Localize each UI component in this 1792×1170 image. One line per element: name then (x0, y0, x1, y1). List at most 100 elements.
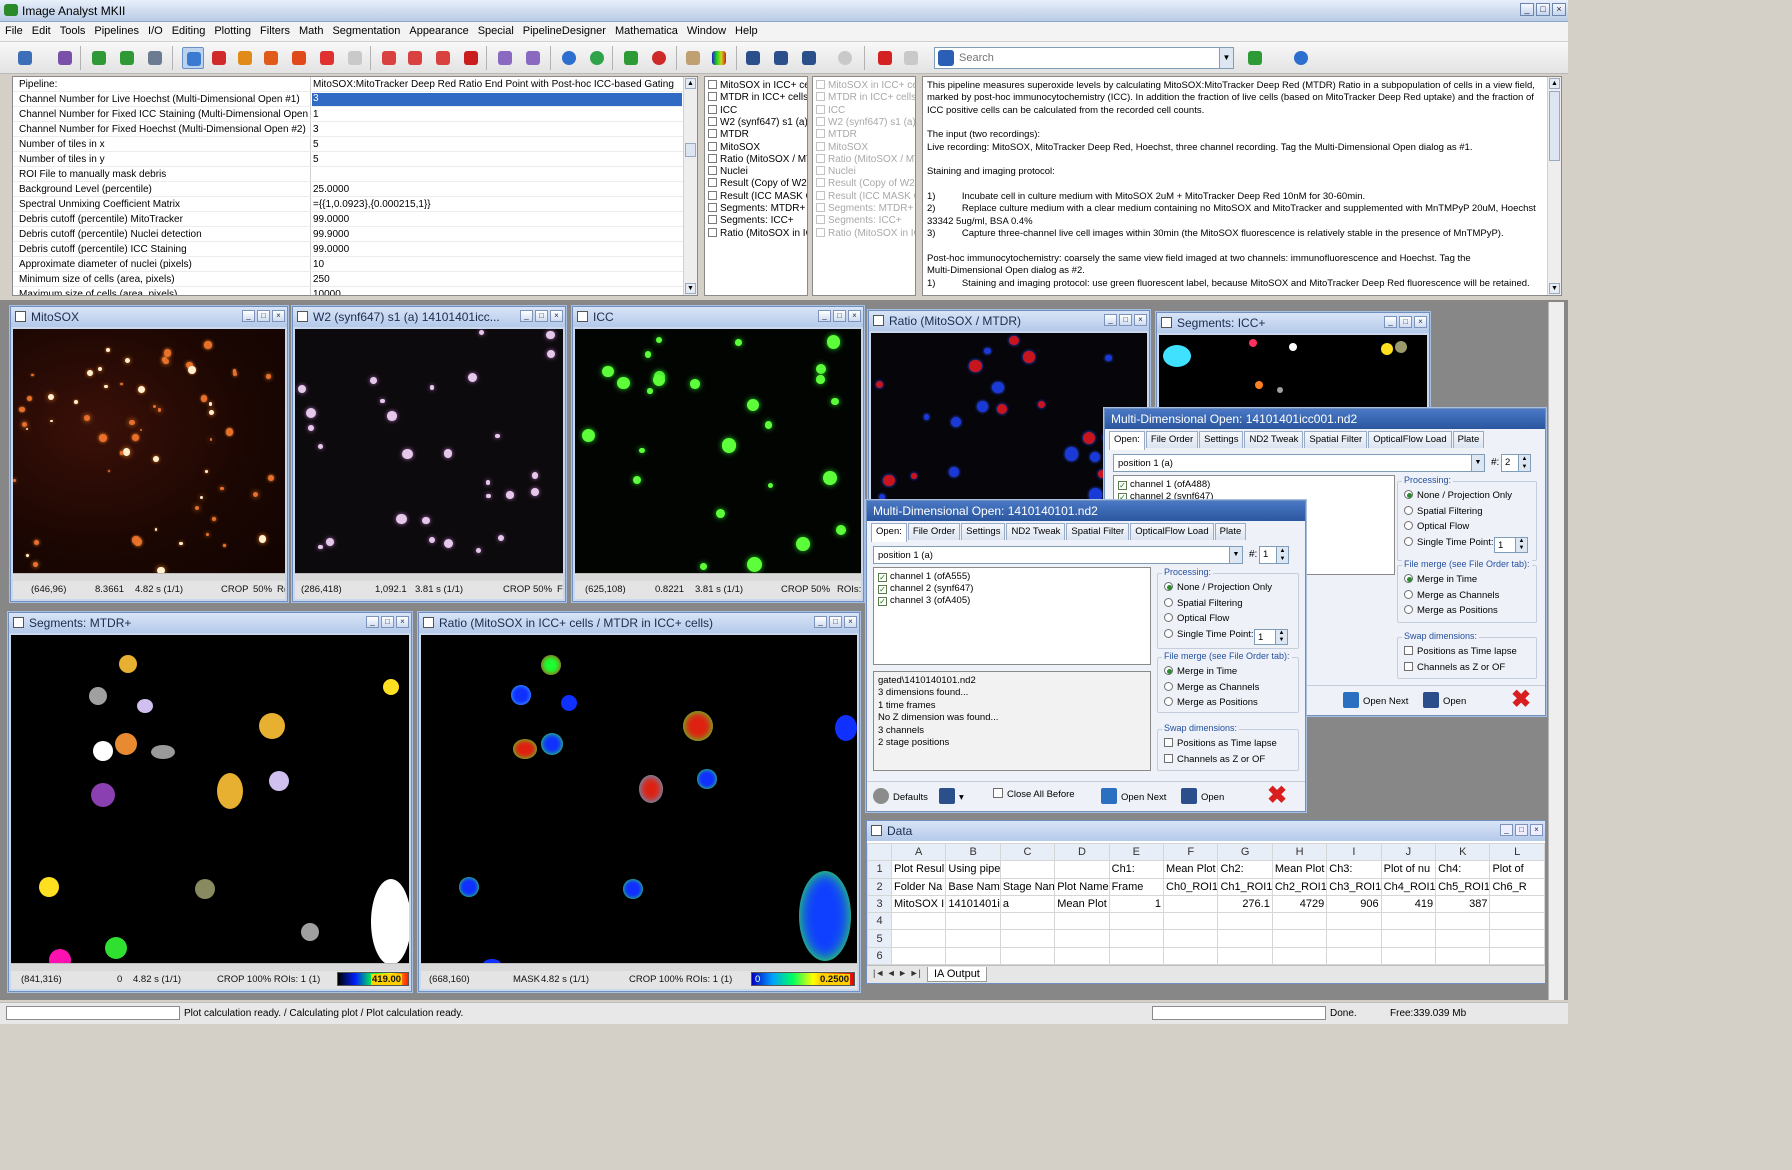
parameter-value[interactable]: 5 (313, 139, 683, 150)
cell[interactable]: Ch4: (1435, 860, 1491, 879)
single-time-spinner[interactable]: 1 ▲ ▼ (1254, 629, 1288, 645)
parameter-row[interactable]: Channel Number for Fixed Hoechst (Multi-… (13, 122, 685, 137)
output-checkbox[interactable]: Segments: MTDR+ (708, 203, 805, 215)
tab-spatial-filter[interactable]: Spatial Filter (1066, 523, 1130, 540)
cell[interactable]: Ch2: (1217, 860, 1273, 879)
copy-image-3-icon[interactable] (432, 47, 454, 69)
parameter-value[interactable]: MitoSOX:MitoTracker Deep Red Ratio End P… (313, 79, 683, 90)
cell[interactable] (1163, 946, 1219, 966)
cell[interactable] (999, 860, 1056, 879)
column-header[interactable]: F (1163, 842, 1219, 862)
processing-radio[interactable]: Optical Flow (1404, 521, 1469, 532)
merge-radio[interactable]: Merge as Channels (1404, 589, 1499, 601)
column-header[interactable]: A (890, 842, 947, 862)
parameter-value[interactable]: 250 (313, 274, 683, 285)
cell[interactable] (1054, 946, 1110, 966)
cell[interactable] (999, 946, 1056, 966)
channel-list[interactable]: ✓ channel 1 (ofA555) ✓ channel 2 (synf647) ✓… (873, 567, 1151, 665)
cut-pin-icon[interactable] (288, 47, 310, 69)
cell[interactable]: 4729 (1271, 894, 1328, 914)
cell[interactable] (1435, 929, 1491, 948)
cell[interactable] (999, 912, 1056, 931)
cell[interactable] (1108, 912, 1165, 931)
menu-math[interactable]: Math (294, 22, 327, 37)
column-header[interactable]: H (1271, 842, 1328, 862)
image-segments-icc[interactable] (1159, 335, 1427, 411)
scrollbar[interactable]: ▲ ▼ (1547, 77, 1561, 295)
flag-icon[interactable] (900, 47, 922, 69)
merge-radio[interactable]: Merge as Channels (1164, 681, 1259, 693)
cell[interactable] (1326, 946, 1382, 966)
position-select[interactable]: position 1 (a) ▼ (1113, 454, 1485, 472)
output-checkbox[interactable]: MTDR (708, 129, 749, 141)
parameter-row[interactable]: Debris cutoff (percentile) ICC Staining 9… (13, 242, 685, 257)
document-2-icon[interactable] (522, 47, 544, 69)
output-checkbox[interactable]: Result (Copy of W2 ( (708, 178, 807, 190)
cell[interactable]: Mean Plot (1163, 860, 1219, 879)
tab-nd2-tweak[interactable]: ND2 Tweak (1244, 431, 1304, 448)
pipeline-parameters-grid[interactable]: Pipeline: MitoSOX:MitoTracker Deep Red Ra… (12, 76, 698, 296)
run-icon[interactable] (1244, 47, 1266, 69)
output-checkbox[interactable]: MTDR in ICC+ cells (708, 92, 807, 104)
menu-edit[interactable]: Edit (27, 22, 55, 37)
image-window-icc[interactable]: ICC _ □ × (625,108) 0.8221 3.81 s (1/1) CROP 50… (572, 306, 864, 602)
tab-settings[interactable]: Settings (961, 523, 1006, 540)
tag-spinner[interactable]: 1 ▲ ▼ (1259, 546, 1289, 564)
stop-icon[interactable] (834, 47, 856, 69)
channel-item[interactable]: ✓ channel 2 (synf647) (878, 583, 973, 594)
cell[interactable]: 419 (1380, 894, 1437, 914)
save-icon[interactable] (54, 47, 76, 69)
copy-image-icon[interactable] (378, 47, 400, 69)
parameter-value[interactable]: 10000 (313, 289, 683, 295)
parameter-value[interactable]: 99.9000 (313, 229, 683, 240)
tab-settings[interactable]: Settings (1199, 431, 1244, 448)
cell[interactable] (1271, 912, 1328, 931)
swap-checkbox[interactable]: Channels as Z or OF (1404, 662, 1505, 673)
output-checkbox[interactable]: Ratio (MitoSOX in IC (708, 227, 807, 240)
spreadsheet-grid[interactable]: ABCDEFGHIJKL1Plot ResulUsing pipeline: M… (867, 842, 1545, 966)
column-header[interactable]: J (1380, 842, 1437, 862)
parameter-row[interactable]: Number of tiles in x 5 (13, 137, 685, 152)
cell[interactable]: Plot of nu (1380, 860, 1437, 879)
defaults-button[interactable]: Defaults (873, 788, 928, 804)
cell[interactable]: Mean Plot (1054, 894, 1110, 914)
pin-icon[interactable] (234, 47, 256, 69)
cell[interactable]: Mean Plot (1271, 860, 1328, 879)
output-checkbox[interactable]: MitoSOX (708, 141, 760, 154)
delete-image-icon[interactable] (460, 47, 482, 69)
tab-spatial-filter[interactable]: Spatial Filter (1304, 431, 1368, 448)
tag-spinner[interactable]: 2 ▲ ▼ (1501, 454, 1531, 472)
cell[interactable]: Using pipeline: MitoSOX:MitoT (945, 860, 1001, 879)
cell[interactable]: Ch5_ROI1 (1435, 877, 1491, 896)
image-mitosox[interactable] (13, 329, 285, 575)
column-header[interactable]: L (1489, 842, 1545, 862)
scrollbar[interactable]: ▲ ▼ (683, 77, 697, 295)
image-ratio-icc[interactable] (421, 635, 857, 963)
cell[interactable]: 14101401i (945, 894, 1001, 914)
copy-image-2-icon[interactable] (404, 47, 426, 69)
cell[interactable] (945, 912, 1001, 931)
parameter-value[interactable]: 25.0000 (313, 184, 683, 195)
row-header[interactable]: 5 (867, 929, 892, 948)
cell[interactable] (1108, 946, 1165, 966)
frame-slider[interactable] (421, 963, 857, 971)
cell[interactable] (1489, 912, 1545, 931)
tab-plate[interactable]: Plate (1452, 431, 1485, 448)
cell[interactable]: MitoSOX I (890, 894, 947, 914)
parameter-value[interactable]: 3 (312, 93, 682, 106)
image-segments-mtdr[interactable] (11, 635, 409, 963)
output-checkbox[interactable]: Segments: ICC+ (708, 215, 794, 227)
network-2-icon[interactable] (116, 47, 138, 69)
cell[interactable] (1054, 912, 1110, 931)
cell[interactable]: Plot of (1489, 860, 1545, 879)
data-window[interactable]: Data _ □ × A B C D E F G H I J K L 1 Plot Resul Using pip… (866, 820, 1546, 984)
cell[interactable]: Ch1: (1108, 860, 1165, 879)
column-header[interactable]: I (1326, 842, 1382, 862)
processing-radio[interactable]: Single Time Point: (1164, 628, 1254, 640)
cell[interactable]: Ch3_ROI1 (1326, 877, 1382, 896)
cell[interactable] (1217, 912, 1273, 931)
cell[interactable] (890, 912, 947, 931)
cell[interactable] (1489, 894, 1545, 914)
single-time-spinner[interactable]: 1 ▲ ▼ (1494, 537, 1528, 553)
column-header[interactable]: K (1435, 842, 1491, 862)
